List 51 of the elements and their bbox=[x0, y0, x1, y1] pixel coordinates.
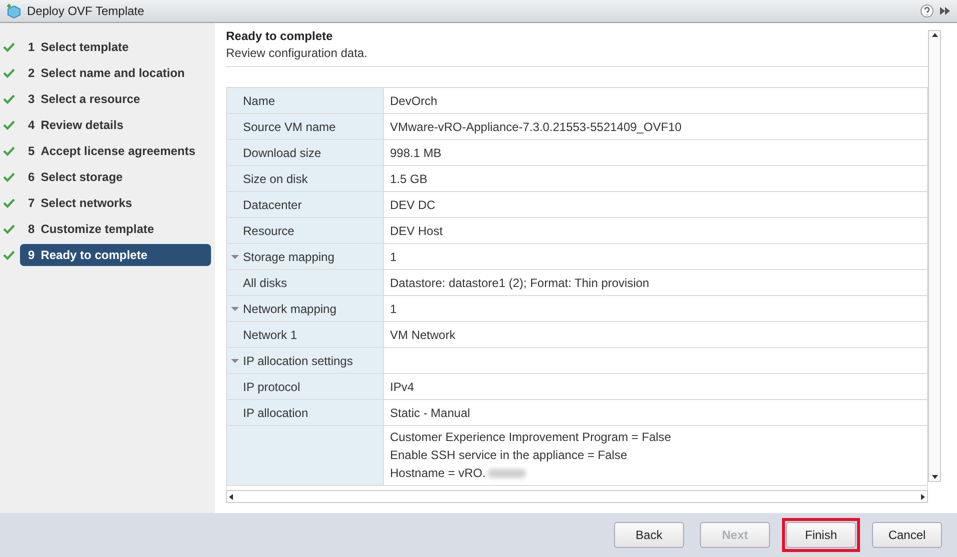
property-label[interactable]: Storage mapping bbox=[227, 244, 384, 269]
property-label: Source VM name bbox=[227, 114, 384, 139]
property-value: 1.5 GB bbox=[389, 170, 428, 188]
wizard-step[interactable]: 4 Review details bbox=[20, 114, 211, 136]
window-title: Deploy OVF Template bbox=[27, 4, 146, 18]
property-label: Size on disk bbox=[227, 166, 384, 191]
wizard-step[interactable]: 6 Select storage bbox=[20, 166, 211, 188]
wizard-button[interactable]: Cancel bbox=[872, 522, 942, 548]
page-title: Ready to complete bbox=[226, 29, 334, 43]
page-subtitle: Review configuration data. bbox=[226, 46, 368, 60]
horizontal-scrollbar[interactable] bbox=[226, 490, 928, 503]
property-label[interactable]: Network mapping bbox=[227, 296, 384, 321]
property-value: Customer Experience Improvement Program = False Enable SSH service in the appliance = False Hostname = vRO. bbox=[389, 429, 672, 482]
wizard-step[interactable]: 2 Select name and location bbox=[20, 62, 211, 84]
property-label: Datacenter bbox=[227, 192, 384, 217]
property-label: Name bbox=[227, 88, 384, 113]
package-icon bbox=[6, 3, 22, 19]
property-label[interactable]: IP allocation settings bbox=[227, 348, 384, 373]
left-arrow-icon[interactable] bbox=[227, 492, 235, 500]
property-label: Network 1 bbox=[227, 322, 384, 347]
property-value: 1 bbox=[389, 248, 398, 266]
property-value: DEV Host bbox=[389, 222, 444, 240]
wizard-step[interactable]: 9 Ready to complete bbox=[20, 244, 211, 266]
property-value: Static - Manual bbox=[389, 404, 472, 422]
property-value: DevOrch bbox=[389, 92, 438, 110]
wizard-step[interactable]: 1 Select template bbox=[20, 36, 211, 58]
property-value: Datastore: datastore1 (2); Format: Thin provision bbox=[389, 274, 650, 292]
property-label: Download size bbox=[227, 140, 384, 165]
help-icon[interactable] bbox=[920, 4, 934, 18]
expand-icon[interactable] bbox=[939, 6, 951, 16]
down-arrow-icon[interactable] bbox=[930, 473, 938, 481]
property-label: IP protocol bbox=[227, 374, 384, 399]
wizard-step[interactable]: 5 Accept license agreements bbox=[20, 140, 211, 162]
wizard-step[interactable]: 8 Customize template bbox=[20, 218, 211, 240]
property-value: DEV DC bbox=[389, 196, 436, 214]
vertical-scrollbar[interactable] bbox=[928, 30, 941, 482]
blurred-text bbox=[488, 469, 526, 478]
property-value: IPv4 bbox=[389, 378, 416, 396]
property-value: VMware-vRO-Appliance-7.3.0.21553-5521409_OVF10 bbox=[389, 118, 682, 136]
right-arrow-icon[interactable] bbox=[919, 492, 927, 500]
property-value: 998.1 MB bbox=[389, 144, 442, 162]
wizard-step[interactable]: 7 Select networks bbox=[20, 192, 211, 214]
property-value: VM Network bbox=[389, 326, 456, 344]
up-arrow-icon[interactable] bbox=[930, 31, 938, 39]
property-label: Resource bbox=[227, 218, 384, 243]
property-value: 1 bbox=[389, 300, 398, 318]
wizard-button[interactable]: Back bbox=[614, 522, 684, 548]
property-label: IP allocation bbox=[227, 400, 384, 425]
property-label: All disks bbox=[227, 270, 384, 295]
wizard-step[interactable]: 3 Select a resource bbox=[20, 88, 211, 110]
wizard-button[interactable]: Finish bbox=[786, 522, 856, 548]
